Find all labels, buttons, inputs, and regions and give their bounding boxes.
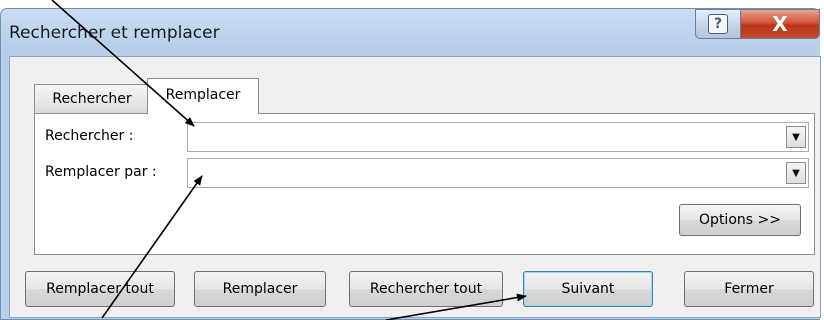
help-button[interactable]: ? — [695, 9, 741, 39]
tab-panel-remplacer: Rechercher : ▼ Remplacer par : ▼ Options… — [34, 113, 815, 255]
replace-all-button[interactable]: Remplacer tout — [25, 271, 175, 307]
tab-remplacer[interactable]: Remplacer — [147, 78, 259, 114]
close-button[interactable]: Fermer — [684, 271, 814, 307]
find-combobox[interactable]: ▼ — [187, 122, 809, 152]
find-label: Rechercher : — [45, 128, 134, 144]
next-button[interactable]: Suivant — [523, 271, 653, 307]
chevron-down-icon[interactable]: ▼ — [786, 162, 806, 184]
dialog-client-area: Rechercher Remplacer Rechercher : ▼ Remp… — [9, 56, 821, 318]
options-button[interactable]: Options >> — [679, 204, 801, 236]
close-window-button[interactable]: X — [740, 9, 820, 39]
replace-combobox[interactable]: ▼ — [187, 158, 809, 188]
tab-remplacer-label: Remplacer — [165, 87, 241, 103]
find-all-button[interactable]: Rechercher tout — [349, 271, 503, 307]
close-icon: X — [772, 12, 788, 36]
dialog-window: Rechercher et remplacer ? X Rechercher R… — [0, 8, 821, 320]
replace-label: Remplacer par : — [45, 164, 157, 180]
tab-rechercher[interactable]: Rechercher — [34, 84, 150, 113]
tab-rechercher-label: Rechercher — [52, 91, 132, 107]
help-icon: ? — [708, 14, 728, 34]
chevron-down-icon[interactable]: ▼ — [786, 126, 806, 148]
window-title: Rechercher et remplacer — [9, 23, 220, 43]
replace-button[interactable]: Remplacer — [194, 271, 326, 307]
